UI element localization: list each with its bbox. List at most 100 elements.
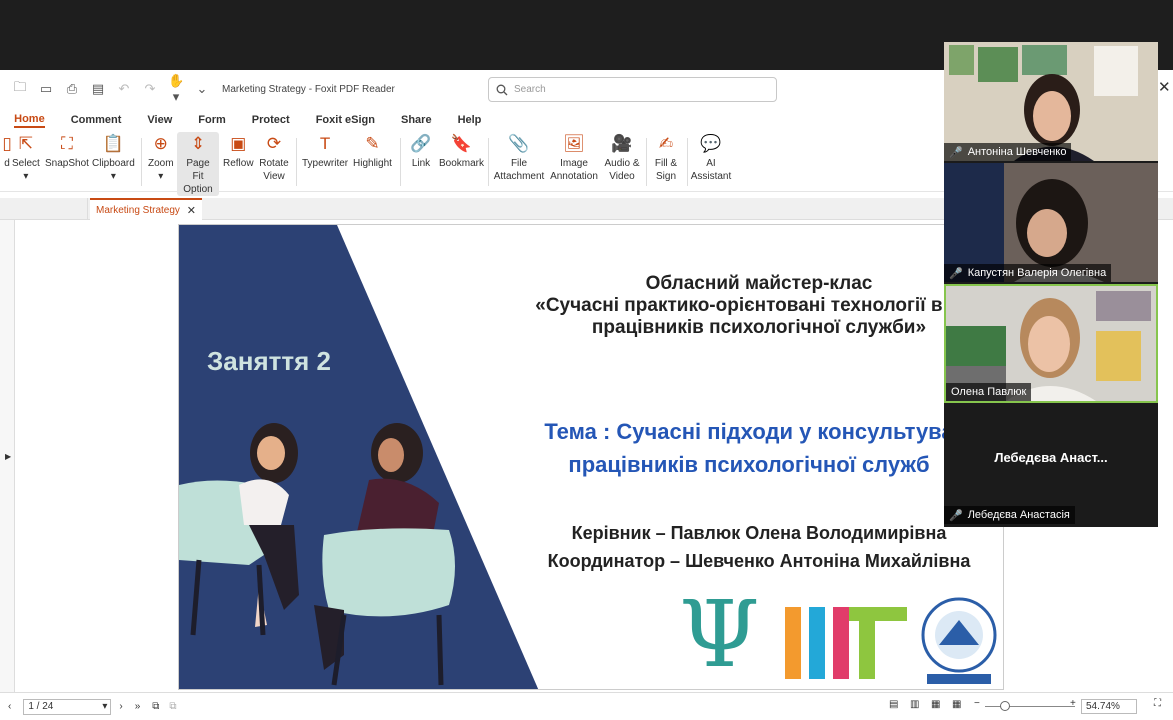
window-title: Marketing Strategy - Foxit PDF Reader [222, 83, 395, 95]
start-tab[interactable] [0, 198, 88, 220]
ribbon-separator [646, 138, 647, 186]
link-label: Link [411, 158, 431, 169]
slide-title: Обласний майстер-клас «Сучасні практико-… [459, 273, 1003, 339]
zoom-out-icon[interactable]: − [974, 698, 980, 709]
print-icon[interactable]: ⎙ [64, 81, 80, 97]
slide-leader-line: Керівник – Павлюк Олена Володимирівна [571, 523, 947, 543]
search-input[interactable]: Search [488, 77, 777, 102]
open-folder-icon[interactable]: 🗀 [12, 78, 28, 100]
copy-page-icon[interactable]: ⧉ [152, 701, 159, 712]
highlight-button[interactable]: ✎ Highlight [353, 132, 392, 170]
participant-placeholder-name: Лебедєва Анаст... [994, 450, 1108, 465]
expand-sidebar-icon[interactable]: ▶ [5, 452, 11, 461]
single-page-view-icon[interactable]: ▤ [889, 699, 898, 710]
typewriter-button[interactable]: T Typewriter [302, 132, 348, 170]
slide-theme-line-2: працівників психологічної служб [568, 452, 930, 477]
zoom-label: Zoom [148, 158, 174, 169]
snapshot-icon: ⛶ [61, 133, 73, 153]
participant-tile[interactable]: 🎤 Антоніна Шевченко [944, 42, 1158, 161]
video-camera-icon: 🎥 [611, 133, 633, 153]
snapshot-label: SnapShot [45, 158, 89, 169]
close-tab-icon[interactable]: ✕ [187, 204, 196, 217]
zoom-level-select[interactable]: 54.74% [1081, 699, 1137, 714]
page-number: 1 / 24 [28, 701, 54, 712]
fullscreen-icon[interactable]: ⛶ [1154, 698, 1161, 709]
menu-item-foxit-esign[interactable]: Foxit eSign [316, 114, 375, 126]
bookmark-icon: 🔖 [450, 133, 473, 153]
menu-item-help[interactable]: Help [458, 114, 482, 126]
bookmark-label: Bookmark [439, 158, 485, 169]
zoom-slider-handle[interactable] [1000, 701, 1010, 711]
page-number-input[interactable]: 1 / 24 ▾ [23, 698, 112, 715]
continuous-view-icon[interactable]: ▥ [910, 699, 919, 710]
clipboard-button[interactable]: 📋 Clipboard ▾ [92, 132, 135, 183]
tab-marketing-strategy[interactable]: Marketing Strategy ✕ [90, 198, 202, 220]
tab-label: Marketing Strategy [96, 204, 180, 216]
typewriter-label: Typewriter [302, 158, 349, 169]
audio-video-button[interactable]: 🎥 Audio & Video [603, 132, 641, 183]
select-button[interactable]: ⇱ Select ▾ [12, 132, 40, 183]
participant-name-bar: Олена Павлюк [946, 383, 1032, 401]
pen-icon: ✍ [658, 133, 674, 153]
menu-item-protect[interactable]: Protect [252, 114, 290, 126]
fill-sign-button[interactable]: ✍ Fill & Sign [652, 132, 680, 183]
file-attachment-button[interactable]: 📎 File Attachment [494, 132, 545, 183]
menu-item-share[interactable]: Share [401, 114, 432, 126]
prev-page-icon[interactable]: ‹ [8, 701, 11, 712]
redo-icon[interactable]: ↷ [142, 81, 158, 97]
slide-page: Обласний майстер-клас «Сучасні практико-… [178, 224, 1004, 690]
slide-title-line-1: Обласний майстер-клас [645, 273, 873, 294]
last-page-icon[interactable]: » [135, 701, 141, 712]
menu-item-home[interactable]: Home [14, 113, 45, 128]
zoom-in-icon[interactable]: + [1070, 698, 1076, 709]
menu-item-view[interactable]: View [147, 114, 172, 126]
snapshot-button[interactable]: ⛶ SnapShot [45, 132, 89, 170]
participant-name-bar: 🎤 Антоніна Шевченко [944, 143, 1072, 161]
participant-name-bar: 🎤 Лебедєва Анастасія [944, 506, 1075, 524]
zoom-button[interactable]: ⊕ Zoom ▾ [148, 132, 174, 183]
image-annotation-button[interactable]: 🖼 Image Annotation [550, 132, 598, 183]
psi-logo: Ψ [679, 581, 760, 688]
paste-page-icon[interactable]: ⧉ [169, 701, 176, 712]
paperclip-icon: 📎 [508, 133, 530, 153]
clipboard-icon: 📋 [102, 133, 124, 153]
document-icon[interactable]: ▤ [90, 81, 106, 97]
highlight-label: Highlight [353, 158, 392, 169]
menu-item-form[interactable]: Form [198, 114, 226, 126]
page-fit-label: Page Fit Option [183, 158, 213, 195]
menu-item-comment[interactable]: Comment [71, 114, 122, 126]
video-participants-panel: 🎤 Антоніна Шевченко 🎤 Капустян Валерія Оле… [944, 42, 1158, 527]
ribbon-separator [296, 138, 297, 186]
image-icon: 🖼 [563, 133, 585, 153]
menu-bar: e Home Comment View Form Protect Foxit e… [0, 110, 507, 130]
muted-mic-icon: 🎤 [949, 146, 963, 159]
status-bar: ‹ 1 / 24 ▾ › » ⧉ ⧉ ▤ ▥ ▦ ▦ − + 54.74% ⛶ [0, 692, 1173, 720]
ai-assistant-button[interactable]: 💬 AI Assistant [690, 132, 732, 183]
select-label: Select [12, 158, 40, 169]
two-page-view-icon[interactable]: ▦ [931, 699, 940, 710]
reflow-button[interactable]: ▣ Reflow [223, 132, 254, 170]
undo-icon[interactable]: ↶ [116, 81, 132, 97]
slide-theme: Тема : Сучасні підходи у консультува пра… [439, 415, 1003, 481]
participant-tile[interactable]: 🎤 Капустян Валерія Олегівна [944, 163, 1158, 282]
participant-name-bar: 🎤 Капустян Валерія Олегівна [944, 264, 1112, 282]
save-icon[interactable]: ▭ [38, 81, 54, 97]
bookmark-button[interactable]: 🔖 Bookmark [439, 132, 484, 170]
next-page-icon[interactable]: › [119, 701, 122, 712]
select-cursor-icon: ⇱ [18, 133, 34, 153]
facing-view-icon[interactable]: ▦ [952, 699, 961, 710]
slide-title-line-2: «Сучасні практико-орієнтовані технології… [535, 295, 983, 316]
close-panel-icon[interactable]: ✕ [1158, 78, 1171, 96]
hand-tool-icon[interactable]: ✋▾ [168, 73, 184, 105]
navigation-sidebar[interactable]: ▶ [0, 220, 15, 692]
customize-dropdown-icon[interactable]: ⌄ [194, 81, 210, 97]
page-fit-option-button[interactable]: ⇕ Page Fit Option [177, 132, 219, 196]
participant-tile[interactable]: Лебедєва Анаст... 🎤 Лебедєва Анастасія [944, 405, 1158, 524]
zoom-slider[interactable] [985, 706, 1075, 707]
participant-tile-active-speaker[interactable]: Олена Павлюк [944, 284, 1158, 403]
rotate-view-button[interactable]: ⟳ Rotate View [258, 132, 290, 183]
link-button[interactable]: 🔗 Link [410, 132, 432, 170]
ai-chat-bubble-icon: 💬 [700, 133, 722, 153]
muted-mic-icon: 🎤 [949, 267, 963, 280]
clipboard-label: Clipboard [92, 158, 135, 169]
